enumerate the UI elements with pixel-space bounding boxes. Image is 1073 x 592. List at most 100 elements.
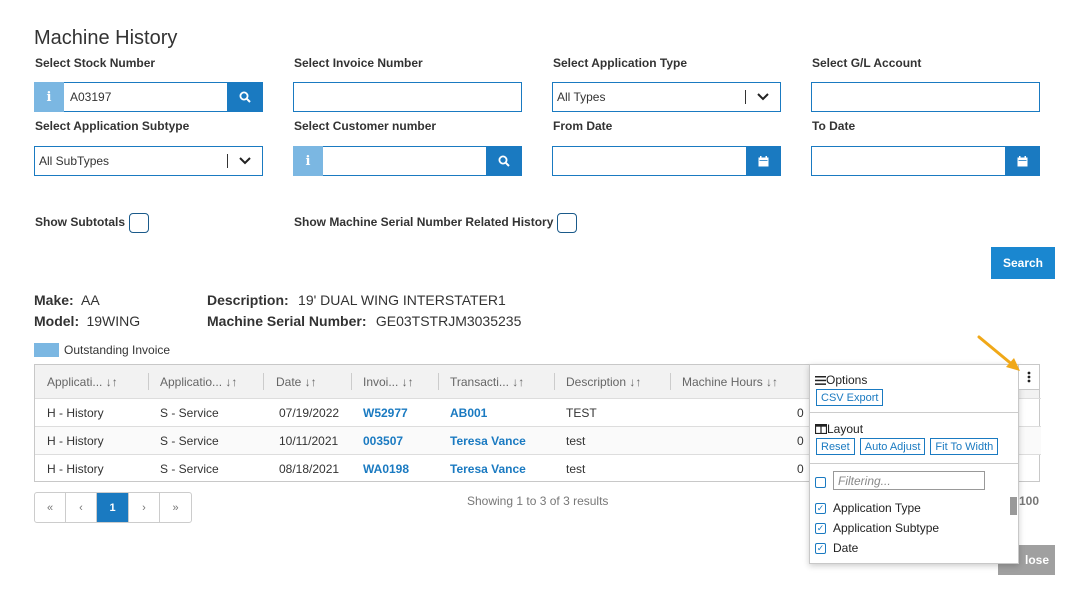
cell-app-subtype: S - Service xyxy=(160,434,219,448)
make-row: Make: AA xyxy=(34,292,100,308)
from-date-input[interactable] xyxy=(552,146,746,176)
fit-to-width-button[interactable]: Fit To Width xyxy=(930,438,999,455)
application-type-select[interactable]: All Types xyxy=(552,82,781,112)
info-icon[interactable]: i xyxy=(34,82,64,112)
column-option-label: Application Type xyxy=(833,501,921,515)
options-title: Options xyxy=(826,373,868,387)
cell-app-subtype: S - Service xyxy=(160,406,219,420)
last-page-button[interactable]: » xyxy=(160,493,191,522)
pagination: « ‹ 1 › » xyxy=(34,492,192,523)
results-summary: Showing 1 to 3 of 3 results xyxy=(467,494,609,508)
customer-number-label: Select Customer number xyxy=(294,119,437,133)
description-label: Description: xyxy=(207,292,289,308)
cell-transaction-link[interactable]: Teresa Vance xyxy=(450,455,526,483)
cell-app-subtype: S - Service xyxy=(160,462,219,476)
serial-label: Machine Serial Number: xyxy=(207,313,367,329)
layout-title: Layout xyxy=(827,422,864,436)
reset-layout-button[interactable]: Reset xyxy=(816,438,855,455)
menu-icon xyxy=(815,375,826,385)
column-option[interactable]: ✓ Date xyxy=(815,541,858,555)
col-header-invoice[interactable]: Invoi... ↓↑ xyxy=(363,365,414,398)
gl-account-label: Select G/L Account xyxy=(812,56,922,70)
to-date-picker-button[interactable] xyxy=(1005,146,1040,176)
column-option-label: Date xyxy=(833,541,859,555)
col-header-date[interactable]: Date ↓↑ xyxy=(276,365,317,398)
auto-adjust-button[interactable]: Auto Adjust xyxy=(859,438,926,455)
cell-date: 07/19/2022 xyxy=(279,406,340,420)
serial-row: Machine Serial Number: GE03TSTRJM3035235 xyxy=(207,313,521,329)
chevron-down-icon xyxy=(757,93,769,101)
application-subtype-select[interactable]: All SubTypes xyxy=(34,146,263,176)
header-divider xyxy=(670,373,671,390)
cell-machine-hours: 0 xyxy=(797,406,804,420)
csv-export-button[interactable]: CSV Export xyxy=(816,389,884,406)
select-all-checkbox[interactable] xyxy=(815,477,826,488)
column-menu-panel: Options CSV Export Layout Reset Auto Adj… xyxy=(809,364,1019,564)
col-header-machine-hours[interactable]: Machine Hours ↓↑ xyxy=(682,365,778,398)
column-option[interactable]: ✓ Application Type xyxy=(815,501,921,515)
header-divider xyxy=(148,373,149,390)
cell-app-type: H - History xyxy=(47,434,104,448)
checkbox-checked-icon[interactable]: ✓ xyxy=(815,502,826,514)
from-date-picker-button[interactable] xyxy=(746,146,781,176)
chevron-down-icon xyxy=(239,157,251,165)
application-type-value: All Types xyxy=(557,90,606,104)
cell-transaction-link[interactable]: Teresa Vance xyxy=(450,427,526,455)
model-value: 19WING xyxy=(86,313,141,329)
search-button[interactable]: Search xyxy=(991,247,1055,279)
header-divider xyxy=(263,373,264,390)
cell-description: test xyxy=(566,462,586,476)
calendar-icon xyxy=(1017,155,1028,166)
columns-section: Filtering... ✓ Application Type ✓ Applic… xyxy=(810,465,1018,563)
layout-buttons: Reset Auto Adjust Fit To Width xyxy=(816,438,999,455)
cell-invoice-link[interactable]: WA0198 xyxy=(363,455,409,483)
divider xyxy=(745,90,746,104)
page-button-current[interactable]: 1 xyxy=(97,493,129,522)
to-date-input[interactable] xyxy=(811,146,1005,176)
make-label: Make: xyxy=(34,292,74,308)
model-label: Model: xyxy=(34,313,80,329)
stock-search-button[interactable] xyxy=(227,82,263,112)
make-value: AA xyxy=(81,292,100,308)
prev-page-button[interactable]: ‹ xyxy=(66,493,97,522)
cell-invoice-link[interactable]: W52977 xyxy=(363,399,408,427)
col-header-application-type[interactable]: Applicati... ↓↑ xyxy=(47,365,118,398)
customer-number-group: i xyxy=(293,146,522,176)
customer-number-input[interactable] xyxy=(323,146,486,176)
serial-value: GE03TSTRJM3035235 xyxy=(375,313,522,329)
page-size-value[interactable]: 100 xyxy=(1019,494,1039,508)
cell-invoice-link[interactable]: 003507 xyxy=(363,427,403,455)
stock-number-label: Select Stock Number xyxy=(35,56,156,70)
customer-search-button[interactable] xyxy=(486,146,522,176)
gl-account-input[interactable] xyxy=(811,82,1040,112)
show-subtotals-checkbox[interactable] xyxy=(129,213,149,233)
invoice-number-input[interactable] xyxy=(293,82,522,112)
column-filter-input[interactable]: Filtering... xyxy=(833,471,985,490)
show-serial-history-checkbox[interactable] xyxy=(557,213,577,233)
column-option-label: Application Subtype xyxy=(833,521,940,535)
col-header-transaction[interactable]: Transacti... ↓↑ xyxy=(450,365,524,398)
dropdown-control xyxy=(227,154,258,168)
checkbox-checked-icon[interactable]: ✓ xyxy=(815,542,826,554)
cell-machine-hours: 0 xyxy=(797,462,804,476)
to-date-group xyxy=(811,146,1040,176)
description-row: Description: 19' DUAL WING INTERSTATER1 xyxy=(207,292,506,308)
description-value: 19' DUAL WING INTERSTATER1 xyxy=(298,292,506,308)
layout-heading: Layout xyxy=(815,422,863,436)
invoice-number-label: Select Invoice Number xyxy=(294,56,423,70)
col-header-application-subtype[interactable]: Applicatio... ↓↑ xyxy=(160,365,237,398)
stock-number-input[interactable]: A03197 xyxy=(64,82,227,112)
info-icon[interactable]: i xyxy=(293,146,323,176)
first-page-button[interactable]: « xyxy=(35,493,66,522)
panel-scrollbar[interactable] xyxy=(1010,497,1017,515)
next-page-button[interactable]: › xyxy=(129,493,160,522)
col-header-description[interactable]: Description ↓↑ xyxy=(566,365,641,398)
cell-transaction-link[interactable]: AB001 xyxy=(450,399,487,427)
cell-app-type: H - History xyxy=(47,462,104,476)
calendar-icon xyxy=(758,155,769,166)
checkbox-checked-icon[interactable]: ✓ xyxy=(815,522,826,534)
search-icon xyxy=(239,91,251,103)
header-divider xyxy=(438,373,439,390)
show-serial-history-label: Show Machine Serial Number Related Histo… xyxy=(294,215,554,229)
column-option[interactable]: ✓ Application Subtype xyxy=(815,521,939,535)
